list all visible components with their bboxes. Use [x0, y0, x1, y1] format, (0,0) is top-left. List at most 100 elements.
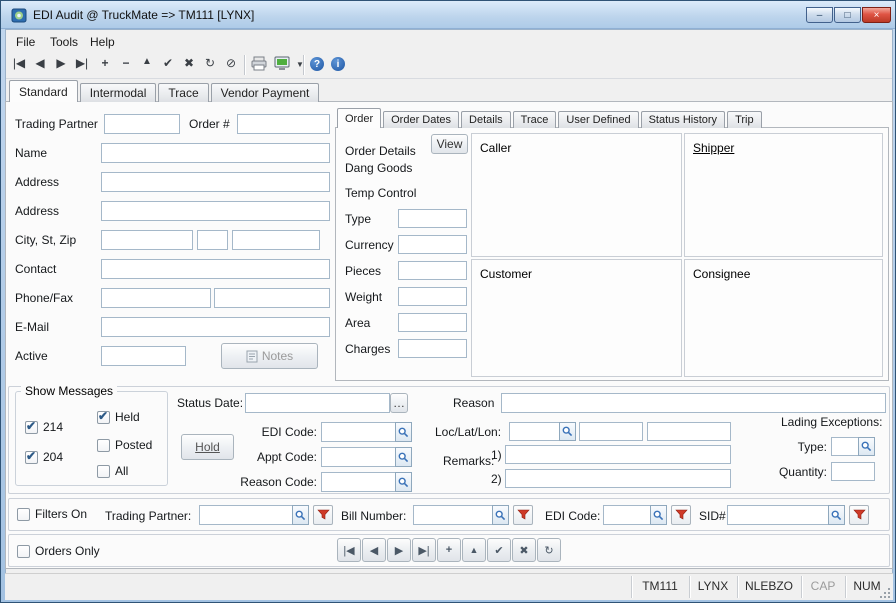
bill-number-funnel-button[interactable]: [513, 505, 533, 525]
area-input[interactable]: [398, 313, 467, 332]
tab-order-dates[interactable]: Order Dates: [383, 111, 459, 128]
tab-status-history[interactable]: Status History: [641, 111, 725, 128]
lading-type-lookup-button[interactable]: [858, 437, 875, 456]
nav-cancel-button[interactable]: ✖: [512, 538, 536, 562]
prior-record-icon[interactable]: ◀: [30, 56, 50, 70]
active-input[interactable]: [101, 346, 186, 366]
last-record-icon[interactable]: ▶|: [72, 56, 92, 70]
nav-refresh-button[interactable]: ↻: [537, 538, 561, 562]
edi-code-funnel-button[interactable]: [671, 505, 691, 525]
edit-record-icon[interactable]: ▲: [137, 56, 157, 67]
status-date-browse-button[interactable]: …: [390, 393, 408, 413]
sid-input[interactable]: [727, 505, 828, 525]
checkbox-held[interactable]: Held: [97, 410, 140, 424]
shipper-link[interactable]: Shipper: [693, 141, 734, 155]
insert-record-icon[interactable]: +: [95, 56, 115, 70]
edi-code-filter-lookup-button[interactable]: [650, 505, 667, 525]
sid-funnel-button[interactable]: [849, 505, 869, 525]
zip-input[interactable]: [232, 230, 320, 250]
sid-lookup-button[interactable]: [828, 505, 845, 525]
nav-edit-button[interactable]: ▲: [462, 538, 486, 562]
remark1-input[interactable]: [505, 445, 731, 464]
delete-record-icon[interactable]: −: [116, 56, 136, 70]
email-input[interactable]: [101, 317, 330, 337]
next-record-icon[interactable]: ▶: [51, 56, 71, 70]
fax-input[interactable]: [214, 288, 330, 308]
charges-input[interactable]: [398, 339, 467, 358]
address2-input[interactable]: [101, 201, 330, 221]
pieces-input[interactable]: [398, 261, 467, 280]
checkbox-204[interactable]: 204: [25, 450, 63, 464]
orders-only-checkbox[interactable]: Orders Only: [17, 544, 100, 558]
tp-filter-funnel-button[interactable]: [313, 505, 333, 525]
tp-filter-input[interactable]: [199, 505, 292, 525]
tab-standard[interactable]: Standard: [9, 80, 78, 102]
lading-type-input[interactable]: [831, 437, 858, 456]
appt-code-input[interactable]: [321, 447, 395, 467]
address1-input[interactable]: [101, 172, 330, 192]
reason-input[interactable]: [501, 393, 886, 413]
tab-intermodal[interactable]: Intermodal: [80, 83, 157, 102]
maximize-button[interactable]: □: [834, 7, 861, 23]
weight-input[interactable]: [398, 287, 467, 306]
bill-number-lookup-button[interactable]: [492, 505, 509, 525]
hold-button[interactable]: Hold: [181, 434, 234, 460]
menu-help[interactable]: Help: [85, 34, 120, 50]
first-record-icon[interactable]: |◀: [9, 56, 29, 70]
view-button[interactable]: View: [431, 134, 468, 154]
currency-input[interactable]: [398, 235, 467, 254]
nav-last-button[interactable]: ▶|: [412, 538, 436, 562]
lon-input[interactable]: [647, 422, 731, 441]
reason-code-input[interactable]: [321, 472, 395, 492]
lading-quantity-input[interactable]: [831, 462, 875, 481]
close-button[interactable]: ×: [862, 7, 891, 23]
post-edit-icon[interactable]: ✔: [158, 56, 178, 70]
nav-first-button[interactable]: |◀: [337, 538, 361, 562]
tab-trip[interactable]: Trip: [727, 111, 762, 128]
filters-on-checkbox[interactable]: Filters On: [17, 507, 87, 521]
phone-input[interactable]: [101, 288, 211, 308]
nav-next-button[interactable]: ▶: [387, 538, 411, 562]
titlebar[interactable]: EDI Audit @ TruckMate => TM111 [LYNX]: [1, 1, 896, 29]
lat-input[interactable]: [579, 422, 643, 441]
report-monitor-icon[interactable]: [274, 56, 290, 71]
loc-input[interactable]: [509, 422, 559, 441]
report-dropdown-icon[interactable]: ▼: [290, 60, 310, 69]
edi-code-filter-input[interactable]: [603, 505, 650, 525]
help-icon[interactable]: ?: [310, 57, 324, 71]
nav-post-button[interactable]: ✔: [487, 538, 511, 562]
refresh-icon[interactable]: ↻: [200, 56, 220, 70]
type-input[interactable]: [398, 209, 467, 228]
tab-user-defined[interactable]: User Defined: [558, 111, 638, 128]
bill-number-input[interactable]: [413, 505, 492, 525]
tab-vendor-payment[interactable]: Vendor Payment: [211, 83, 320, 102]
info-icon[interactable]: i: [331, 57, 345, 71]
resize-grip[interactable]: [879, 587, 891, 599]
remark2-input[interactable]: [505, 469, 731, 488]
notes-button[interactable]: Notes: [221, 343, 318, 369]
checkbox-all[interactable]: All: [97, 464, 128, 478]
loc-lookup-button[interactable]: [559, 422, 576, 441]
tab-details[interactable]: Details: [461, 111, 511, 128]
tab-order-trace[interactable]: Trace: [513, 111, 557, 128]
nav-insert-button[interactable]: +: [437, 538, 461, 562]
order-number-input[interactable]: [237, 114, 330, 134]
appt-code-lookup-button[interactable]: [395, 447, 412, 467]
printer-icon[interactable]: [251, 56, 267, 71]
menu-file[interactable]: File: [11, 34, 40, 50]
tab-trace[interactable]: Trace: [158, 83, 208, 102]
nav-prior-button[interactable]: ◀: [362, 538, 386, 562]
contact-input[interactable]: [101, 259, 330, 279]
name-input[interactable]: [101, 143, 330, 163]
cancel-edit-icon[interactable]: ✖: [179, 56, 199, 70]
minimize-button[interactable]: –: [806, 7, 833, 23]
status-date-input[interactable]: [245, 393, 390, 413]
tab-order[interactable]: Order: [337, 108, 381, 128]
checkbox-posted[interactable]: Posted: [97, 438, 152, 452]
reason-code-lookup-button[interactable]: [395, 472, 412, 492]
state-input[interactable]: [197, 230, 228, 250]
abort-icon[interactable]: ⊘: [221, 56, 241, 70]
edi-code-input[interactable]: [321, 422, 395, 442]
trading-partner-input[interactable]: [104, 114, 180, 134]
checkbox-214[interactable]: 214: [25, 420, 63, 434]
